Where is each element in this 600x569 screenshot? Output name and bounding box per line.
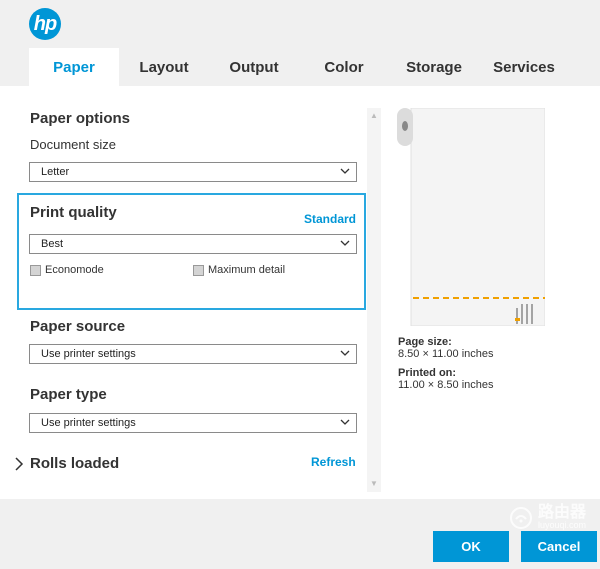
scrollbar[interactable]: ▲ ▼ <box>367 108 381 492</box>
tab-layout[interactable]: Layout <box>119 48 209 86</box>
tab-storage[interactable]: Storage <box>389 48 479 86</box>
chevron-down-icon <box>340 240 350 246</box>
paper-type-select[interactable]: Use printer settings <box>29 413 357 433</box>
ok-button[interactable]: OK <box>433 531 509 562</box>
paper-roll-preview <box>397 108 545 326</box>
print-quality-select[interactable]: Best <box>29 234 357 254</box>
print-quality-value: Best <box>41 238 64 250</box>
paper-source-select[interactable]: Use printer settings <box>29 344 357 364</box>
checkbox-icon <box>30 264 41 276</box>
chevron-down-icon <box>340 168 350 174</box>
scroll-down-icon[interactable]: ▼ <box>369 480 379 488</box>
checkbox-icon <box>193 264 204 276</box>
refresh-link[interactable]: Refresh <box>311 455 356 469</box>
router-icon <box>509 506 532 529</box>
page-size-label: Page size: <box>398 336 452 348</box>
economode-label: Economode <box>45 264 104 276</box>
maximum-detail-label: Maximum detail <box>208 264 286 276</box>
document-size-label: Document size <box>30 137 116 152</box>
tab-bar: Paper Layout Output Color Storage Servic… <box>29 48 569 86</box>
chevron-down-icon <box>340 350 350 356</box>
hp-logo: hp <box>29 8 61 40</box>
paper-options-title: Paper options <box>30 110 131 127</box>
header: hp Paper Layout Output Color Storage Ser… <box>0 0 600 86</box>
scroll-up-icon[interactable]: ▲ <box>369 112 379 120</box>
chevron-right-icon[interactable] <box>14 457 24 471</box>
tab-output[interactable]: Output <box>209 48 299 86</box>
chevron-down-icon <box>340 419 350 425</box>
standard-link[interactable]: Standard <box>304 212 356 226</box>
cancel-button[interactable]: Cancel <box>521 531 597 562</box>
document-size-value: Letter <box>41 166 70 178</box>
page-size-info: Page size: 8.50 × 11.00 inches <box>398 336 494 360</box>
paper-source-title: Paper source <box>30 318 126 335</box>
watermark-text: 路由器 <box>537 504 586 521</box>
printed-on-label: Printed on: <box>398 367 457 379</box>
document-size-select[interactable]: Letter <box>29 162 357 182</box>
print-quality-title: Print quality <box>30 204 117 221</box>
paper-type-value: Use printer settings <box>41 417 136 429</box>
tab-color[interactable]: Color <box>299 48 389 86</box>
rolls-loaded-title[interactable]: Rolls loaded <box>30 455 119 472</box>
economode-checkbox[interactable]: Economode <box>30 264 104 276</box>
printed-on-info: Printed on: 11.00 × 8.50 inches <box>398 367 494 391</box>
watermark-subtext: luyouqi.com <box>537 520 586 530</box>
paper-source-value: Use printer settings <box>41 348 136 360</box>
maximum-detail-checkbox[interactable]: Maximum detail <box>193 264 285 276</box>
page-size-value: 8.50 × 11.00 inches <box>398 348 494 360</box>
paper-type-title: Paper type <box>30 386 107 403</box>
paper-panel: Paper options Document size Letter Print… <box>0 86 600 499</box>
tab-paper[interactable]: Paper <box>29 48 119 86</box>
tab-services[interactable]: Services <box>479 48 569 86</box>
printed-on-value: 11.00 × 8.50 inches <box>398 379 494 391</box>
watermark: 路由器 luyouqi.com <box>509 504 586 530</box>
footer: OK Cancel 路由器 luyouqi.com <box>0 499 600 569</box>
